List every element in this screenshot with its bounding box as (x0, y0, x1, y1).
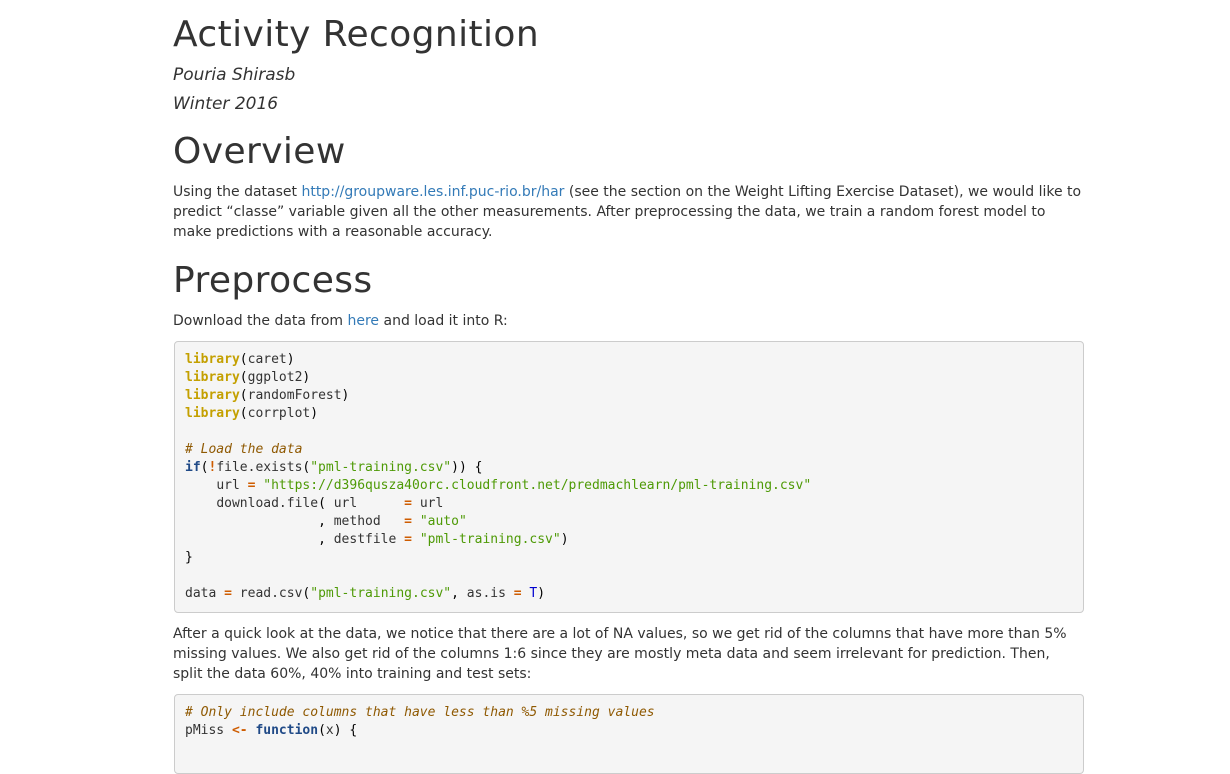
code-block-load-data[interactable]: library(caret) library(ggplot2) library(… (174, 341, 1084, 613)
dataset-link[interactable]: http://groupware.les.inf.puc-rio.br/har (301, 184, 564, 200)
section-heading-overview: Overview (173, 131, 346, 172)
overview-text: (see the section on the Weight Lifting E… (564, 184, 1082, 200)
after-load-paragraph: After a quick look at the data, we notic… (173, 624, 1085, 684)
overview-paragraph: Using the dataset http://groupware.les.i… (173, 182, 1085, 242)
after-load-text: split the data 60%, 40% into training an… (173, 666, 532, 682)
here-link[interactable]: here (347, 313, 379, 329)
overview-text: Using the dataset (173, 184, 302, 200)
document-title: Activity Recognition (173, 14, 540, 55)
section-heading-preprocess: Preprocess (173, 260, 373, 301)
download-text: Download the data from (173, 313, 348, 329)
download-paragraph: Download the data from here and load it … (173, 311, 1085, 331)
author: Pouria Shirasb (173, 65, 296, 85)
after-load-text: After a quick look at the data, we notic… (173, 626, 1067, 642)
date: Winter 2016 (173, 94, 279, 114)
download-text: and load it into R: (379, 313, 508, 329)
code-block-missing-values[interactable]: # Only include columns that have less th… (174, 694, 1084, 774)
overview-text: predict “classe” variable given all the … (173, 204, 1046, 220)
after-load-text: missing values. We also get rid of the c… (173, 646, 1050, 662)
overview-text: make predictions with a reasonable accur… (173, 224, 493, 240)
